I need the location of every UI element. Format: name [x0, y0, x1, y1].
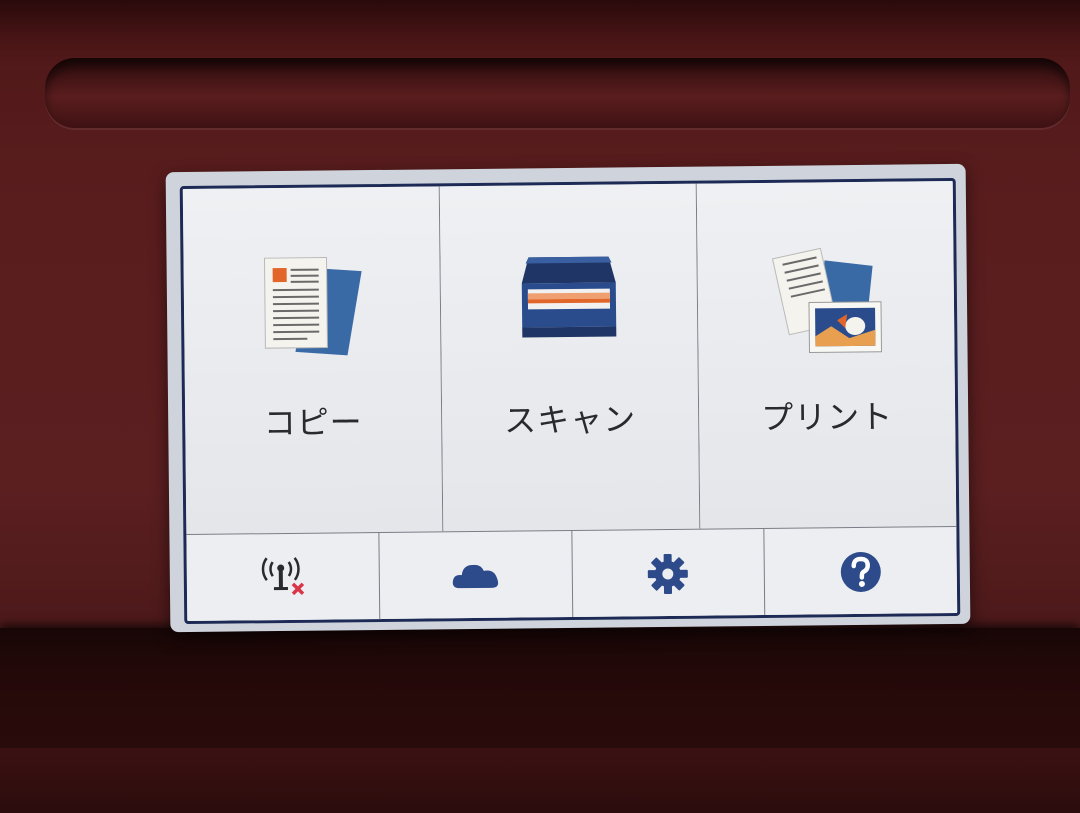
- wireless-status-button[interactable]: [186, 533, 381, 623]
- help-button[interactable]: [765, 527, 958, 616]
- copy-tile[interactable]: コピー: [182, 186, 444, 535]
- copy-document-icon: [263, 257, 362, 356]
- gear-icon: [648, 553, 689, 594]
- cloud-button[interactable]: [379, 530, 573, 621]
- printer-top-groove: [45, 58, 1070, 128]
- copy-tile-label: コピー: [263, 403, 363, 443]
- scan-tile[interactable]: スキャン: [439, 183, 701, 532]
- scanner-icon: [521, 256, 617, 338]
- print-photo-icon: [771, 247, 883, 353]
- bottom-toolbar: [186, 525, 958, 623]
- cloud-icon: [452, 564, 498, 588]
- print-tile-label: プリント: [760, 397, 894, 437]
- main-menu-tiles: コピー スキャン プリント: [182, 180, 957, 535]
- scan-tile-label: スキャン: [503, 400, 637, 440]
- printer-bottom-base: [0, 748, 1080, 813]
- touch-screen: コピー スキャン プリント: [179, 177, 961, 625]
- printer-bottom-lip: [0, 628, 1080, 748]
- print-tile[interactable]: プリント: [696, 180, 957, 529]
- settings-button[interactable]: [571, 528, 766, 618]
- wireless-disconnected-icon: [261, 556, 305, 595]
- help-icon: [840, 551, 881, 592]
